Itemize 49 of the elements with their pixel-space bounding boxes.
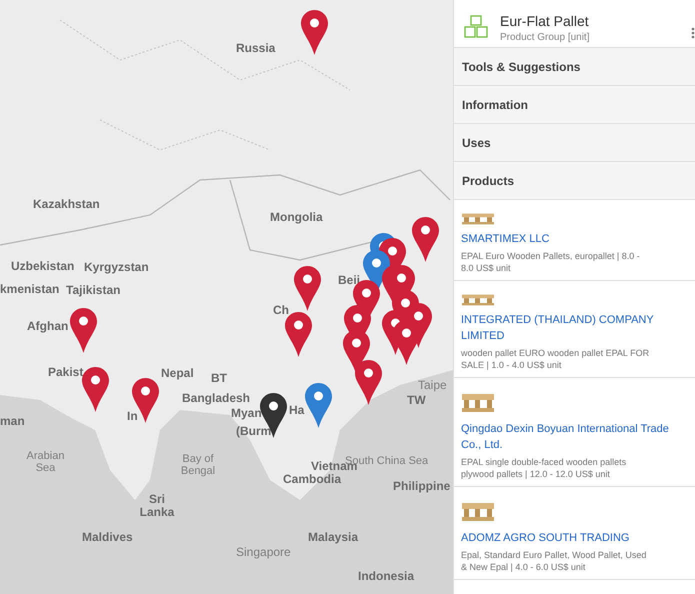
map-label: Philippine bbox=[393, 480, 450, 494]
product-link[interactable]: INTEGRATED (THAILAND) COMPANY LIMITED bbox=[461, 312, 691, 344]
map-label: Bay of Bengal bbox=[180, 453, 216, 478]
section-header[interactable]: Tools & Suggestions bbox=[454, 48, 695, 86]
map-label: BT bbox=[211, 372, 227, 386]
map-label: Mongolia bbox=[270, 211, 323, 224]
map-label: Maldives bbox=[82, 531, 133, 544]
map-pin-icon[interactable] bbox=[412, 217, 439, 262]
product-description: wooden pallet EURO wooden pallet EPAL FOR SALE | 1.0 - 4.0 US$ unit bbox=[461, 347, 650, 371]
map-pin-icon[interactable] bbox=[82, 367, 109, 412]
map-label: Cambodia bbox=[283, 473, 342, 486]
section-header[interactable]: Products bbox=[454, 162, 695, 200]
product-link[interactable]: SMARTIMEX LLC bbox=[461, 231, 691, 247]
map-pin-icon[interactable] bbox=[301, 10, 328, 55]
map-pin-icon[interactable] bbox=[70, 308, 97, 353]
map-label: Myan bbox=[231, 407, 262, 420]
map-label: Tajikistan bbox=[66, 284, 120, 298]
map-label: Ch bbox=[273, 304, 289, 318]
product-description: EPAL single double-faced wooden pallets plywood pallets | 12.0 - 12.0 US$ unit bbox=[461, 456, 628, 480]
map-label: Pakist bbox=[48, 366, 84, 380]
section-header[interactable]: Uses bbox=[454, 124, 695, 162]
map-label: In bbox=[127, 410, 138, 424]
map-label: (Burm bbox=[236, 425, 272, 438]
panel-subtitle: Product Group [unit] bbox=[500, 32, 590, 42]
product-link[interactable]: Qingdao Dexin Boyuan International Trade Co., Ltd. bbox=[461, 421, 691, 453]
map-label: kmenistan bbox=[0, 283, 60, 296]
product-description: EPAL Euro Wooden Pallets, europallet | 8.0 - 8.0 US$ unit bbox=[461, 250, 641, 274]
product-description: Epal, Standard Euro Pallet, Wood Pallet, Used & New Epal | 4.0 - 6.0 US$ unit bbox=[461, 549, 648, 573]
map-label: man bbox=[0, 415, 25, 428]
map-label: Afghan bbox=[27, 320, 68, 334]
panel-title: Eur-Flat Pallet bbox=[500, 12, 590, 28]
map-label: TW bbox=[407, 394, 426, 408]
map-label: Nepal bbox=[161, 367, 194, 380]
map-label: Uzbekistan bbox=[11, 260, 74, 274]
map-label: Arabian Sea bbox=[26, 450, 66, 474]
map-label: Russia bbox=[236, 42, 276, 56]
map-label: Indonesia bbox=[358, 570, 414, 584]
map-label: Sri Lanka bbox=[138, 493, 176, 520]
more-icon[interactable] bbox=[691, 27, 695, 39]
map-label: Taipe bbox=[418, 379, 447, 392]
map-label: Malaysia bbox=[308, 531, 358, 544]
map-label: Singapore bbox=[236, 546, 291, 560]
map-label: Bangladesh bbox=[182, 392, 250, 406]
map-label: Kazakhstan bbox=[33, 198, 100, 212]
product-link[interactable]: ADOMZ AGRO SOUTH TRADING bbox=[461, 530, 691, 546]
map-label: Kyrgyzstan bbox=[84, 261, 149, 274]
map-label: Ha bbox=[289, 404, 304, 418]
section-header[interactable]: Information bbox=[454, 86, 695, 124]
map-pin-icon[interactable] bbox=[294, 266, 321, 311]
